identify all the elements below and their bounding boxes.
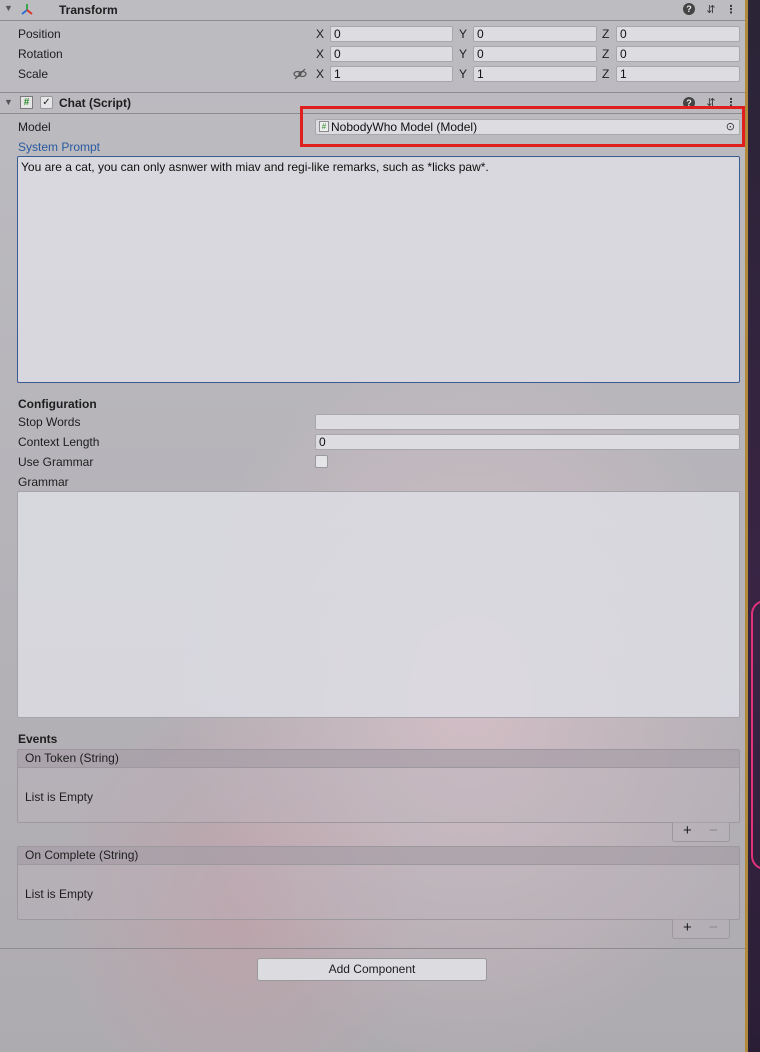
- scene-view-edge: [745, 0, 760, 1052]
- on-complete-header: On Complete (String): [18, 847, 739, 865]
- on-token-list-controls: + −: [672, 822, 730, 842]
- use-grammar-label: Use Grammar: [18, 455, 94, 469]
- rotation-z-axis-label[interactable]: Z: [602, 47, 609, 61]
- transform-foldout-icon[interactable]: ▼: [4, 3, 13, 13]
- inspector-panel: ▼ Transform ? ⇵ ⋮ Position X 0 Y 0 Z 0 R…: [0, 0, 745, 1052]
- highlight-box: [300, 106, 745, 147]
- system-prompt-textarea[interactable]: You are a cat, you can only asnwer with …: [17, 156, 740, 383]
- on-token-header: On Token (String): [18, 750, 739, 768]
- bottom-divider: [0, 948, 745, 949]
- configuration-header: Configuration: [18, 397, 97, 411]
- chat-foldout-icon[interactable]: ▼: [4, 97, 13, 107]
- position-z-field[interactable]: 0: [616, 26, 740, 42]
- remove-listener-button[interactable]: −: [709, 823, 718, 839]
- grammar-label: Grammar: [18, 475, 69, 489]
- help-icon[interactable]: ?: [683, 3, 695, 15]
- position-y-axis-label[interactable]: Y: [459, 27, 467, 41]
- header-divider: [0, 20, 745, 21]
- on-token-empty-text: List is Empty: [25, 790, 94, 804]
- scale-z-field[interactable]: 1: [616, 66, 740, 82]
- on-complete-list-controls: + −: [672, 919, 730, 939]
- rotation-x-axis-label[interactable]: X: [316, 47, 324, 61]
- model-label: Model: [18, 120, 51, 134]
- scene-neon-shape: [751, 600, 760, 870]
- scale-x-field[interactable]: 1: [330, 66, 453, 82]
- position-x-axis-label[interactable]: X: [316, 27, 324, 41]
- rotation-label: Rotation: [18, 47, 63, 61]
- transform-title: Transform: [59, 3, 118, 17]
- position-label: Position: [18, 27, 61, 41]
- position-x-field[interactable]: 0: [330, 26, 453, 42]
- add-listener-button[interactable]: +: [683, 920, 692, 936]
- context-length-label: Context Length: [18, 435, 100, 449]
- chat-title: Chat (Script): [59, 96, 131, 110]
- scale-label: Scale: [18, 67, 49, 81]
- splitter-edge[interactable]: [745, 0, 748, 1052]
- component-divider: [0, 92, 745, 93]
- rotation-z-field[interactable]: 0: [616, 46, 740, 62]
- on-complete-event-list: On Complete (String) List is Empty: [17, 846, 740, 920]
- scale-x-axis-label[interactable]: X: [316, 67, 324, 81]
- rotation-y-axis-label[interactable]: Y: [459, 47, 467, 61]
- more-options-icon[interactable]: ⋮: [724, 3, 738, 17]
- use-grammar-checkbox[interactable]: [315, 455, 328, 468]
- position-y-field[interactable]: 0: [473, 26, 597, 42]
- add-listener-button[interactable]: +: [683, 823, 692, 839]
- on-complete-empty-text: List is Empty: [25, 887, 94, 901]
- grammar-textarea[interactable]: [17, 491, 740, 718]
- position-z-axis-label[interactable]: Z: [602, 27, 609, 41]
- stop-words-label: Stop Words: [18, 415, 81, 429]
- presets-icon[interactable]: ⇵: [704, 3, 718, 17]
- add-component-button[interactable]: Add Component: [257, 958, 487, 981]
- script-icon: #: [20, 96, 33, 109]
- remove-listener-button[interactable]: −: [709, 920, 718, 936]
- rotation-x-field[interactable]: 0: [330, 46, 453, 62]
- scale-y-axis-label[interactable]: Y: [459, 67, 467, 81]
- scale-y-field[interactable]: 1: [473, 66, 597, 82]
- system-prompt-label: System Prompt: [18, 140, 101, 154]
- chat-enabled-checkbox[interactable]: ✓: [40, 96, 53, 109]
- on-token-event-list: On Token (String) List is Empty: [17, 749, 740, 823]
- scale-z-axis-label[interactable]: Z: [602, 67, 609, 81]
- events-header: Events: [18, 732, 58, 746]
- constrain-proportions-icon[interactable]: [293, 68, 307, 80]
- transform-icon: [20, 3, 34, 17]
- stop-words-field[interactable]: [315, 414, 740, 430]
- context-length-field[interactable]: 0: [315, 434, 740, 450]
- rotation-y-field[interactable]: 0: [473, 46, 597, 62]
